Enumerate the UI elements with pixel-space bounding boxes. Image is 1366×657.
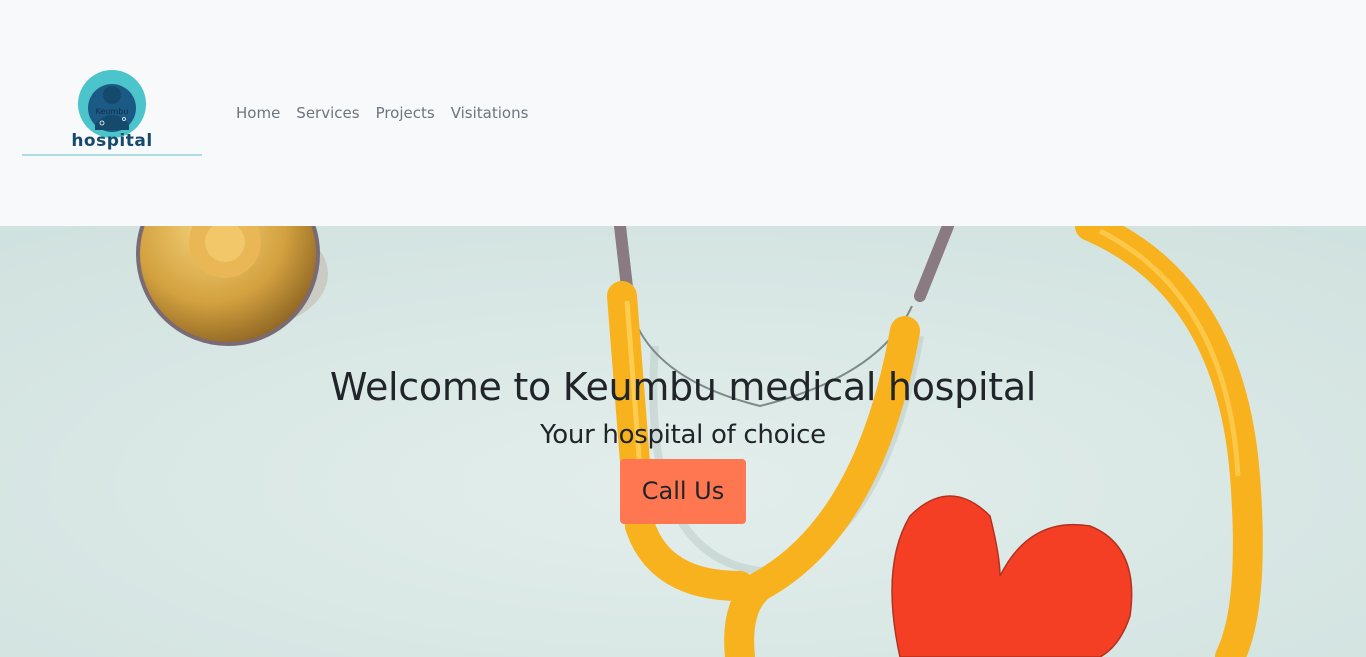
nav-visitations[interactable]: Visitations [443,104,537,122]
logo-wordmark: hospital [71,131,153,151]
nav-home[interactable]: Home [228,104,288,122]
hero-subtitle: Your hospital of choice [540,420,826,450]
call-us-button[interactable]: Call Us [619,459,747,524]
logo-badge-text: Keumbu [96,107,129,116]
main-nav: Home Services Projects Visitations [228,102,536,124]
hero-content: Welcome to Keumbu medical hospital Your … [0,362,1366,524]
nav-projects[interactable]: Projects [368,104,443,122]
navbar: Keumbu hospital Home Services Projects V… [0,0,1366,226]
nav-services[interactable]: Services [288,104,367,122]
hero-section: Welcome to Keumbu medical hospital Your … [0,226,1366,657]
site-logo[interactable]: Keumbu hospital [22,68,202,158]
hero-title: Welcome to Keumbu medical hospital [329,365,1037,409]
